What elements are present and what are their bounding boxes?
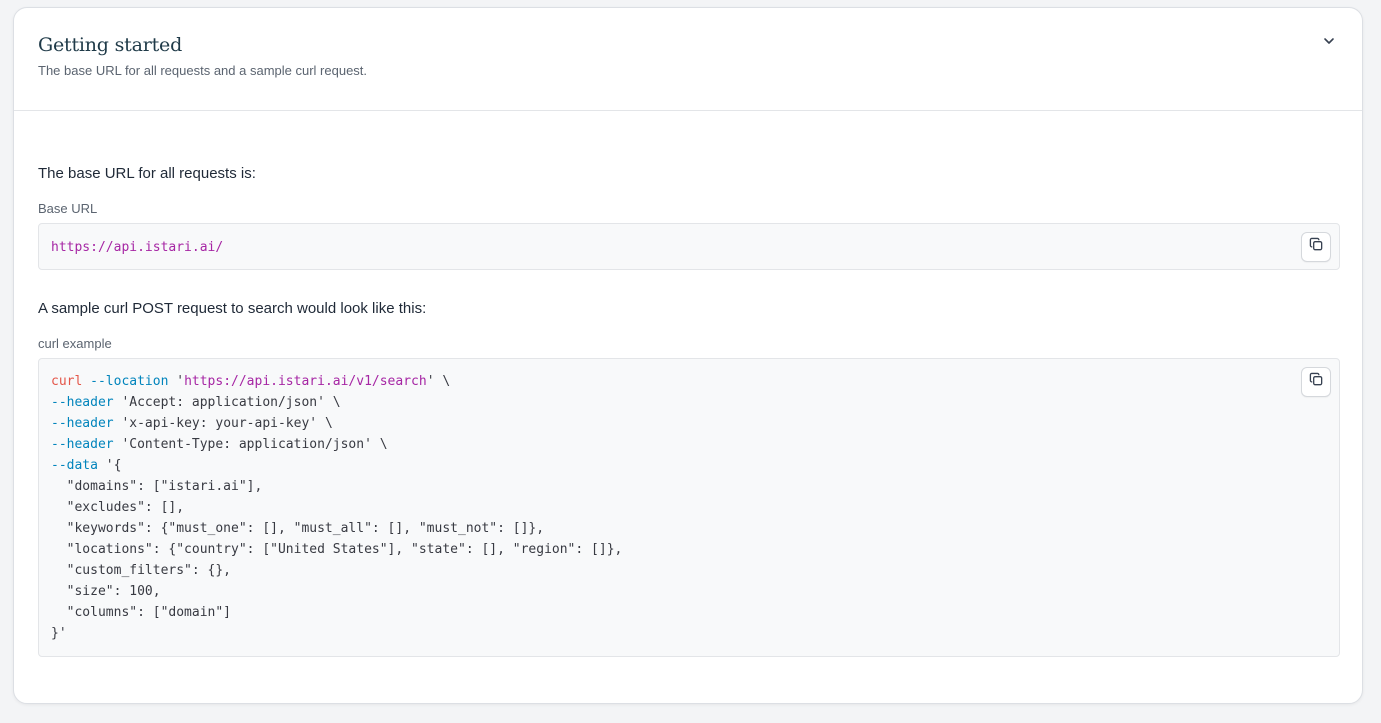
base-url-lead: The base URL for all requests is: (38, 165, 256, 182)
base-url-code: https://api.istari.ai/ (39, 224, 1339, 258)
base-url-label: Base URL (38, 201, 98, 216)
curl-line: curl --location 'https://api.istari.ai/v… (51, 374, 451, 389)
section-title: Getting started (38, 34, 183, 56)
curl-code-block: curl --location 'https://api.istari.ai/v… (38, 358, 1340, 657)
curl-lead: A sample curl POST request to search wou… (38, 300, 427, 317)
curl-line: "custom_filters": {}, (51, 563, 232, 578)
copy-base-url-button[interactable] (1301, 232, 1331, 262)
curl-line: --header 'x-api-key: your-api-key' \ (51, 416, 333, 431)
curl-label: curl example (38, 336, 112, 351)
curl-code: curl --location 'https://api.istari.ai/v… (39, 359, 1339, 644)
base-url-value: https://api.istari.ai/ (51, 240, 224, 255)
getting-started-card: Getting started The base URL for all req… (13, 7, 1363, 704)
curl-line: --header 'Content-Type: application/json… (51, 437, 388, 452)
chevron-down-icon[interactable] (1320, 32, 1338, 50)
curl-line: "excludes": [], (51, 500, 185, 515)
curl-line: }' (51, 626, 67, 641)
base-url-code-block: https://api.istari.ai/ (38, 223, 1340, 270)
curl-line: "columns": ["domain"] (51, 605, 232, 620)
curl-line: --header 'Accept: application/json' \ (51, 395, 341, 410)
card-header[interactable]: Getting started The base URL for all req… (14, 8, 1362, 111)
curl-line: "domains": ["istari.ai"], (51, 479, 263, 494)
curl-line: "locations": {"country": ["United States… (51, 542, 623, 557)
copy-icon (1309, 237, 1324, 257)
copy-curl-button[interactable] (1301, 367, 1331, 397)
curl-line: "keywords": {"must_one": [], "must_all":… (51, 521, 545, 536)
curl-line: --data '{ (51, 458, 122, 473)
copy-icon (1309, 372, 1324, 392)
curl-line: "size": 100, (51, 584, 161, 599)
section-subtitle: The base URL for all requests and a samp… (38, 63, 368, 78)
